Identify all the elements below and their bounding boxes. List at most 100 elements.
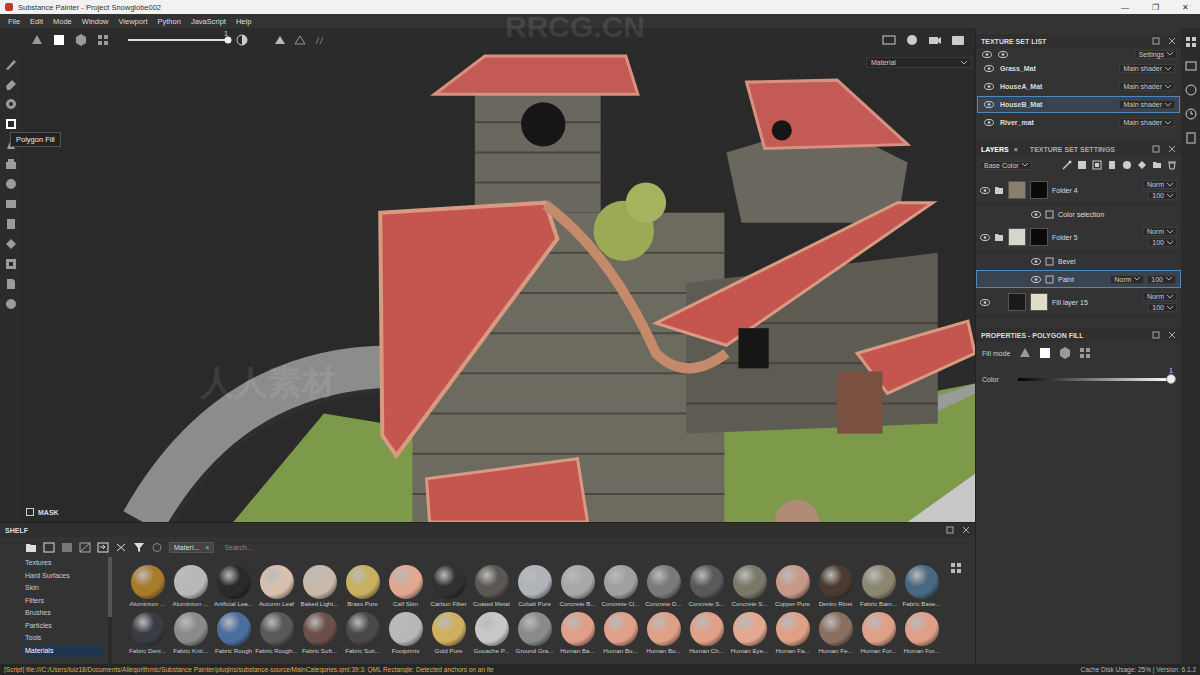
material-item[interactable]: Fabric Bam... [857, 565, 900, 608]
material-item[interactable]: Fabric Rough... [255, 612, 298, 655]
tool-icon[interactable] [3, 56, 19, 72]
add-fill-layer-icon[interactable] [1107, 160, 1117, 170]
material-item[interactable]: Denim Rivet [814, 565, 857, 608]
undock-icon[interactable] [946, 526, 954, 534]
material-item[interactable]: Autumn Leaf [255, 565, 298, 608]
panel-tab[interactable]: LAYERS × [981, 146, 1018, 153]
menu-item[interactable]: Edit [25, 17, 48, 26]
tool-icon[interactable] [3, 156, 19, 172]
eye-icon[interactable] [980, 187, 990, 194]
eye-icon[interactable] [984, 83, 994, 90]
eye-icon[interactable] [1031, 211, 1041, 218]
add-mask-icon[interactable] [1092, 160, 1102, 170]
blend-dropdown[interactable]: Norm [1143, 180, 1177, 189]
material-item[interactable]: Human Ch... [685, 612, 728, 655]
eye-icon[interactable] [984, 101, 994, 108]
category-item[interactable]: Skin [22, 582, 104, 595]
menu-item[interactable]: Mode [48, 17, 77, 26]
scrollbar-thumb[interactable] [108, 557, 112, 617]
add-effect-icon[interactable] [1077, 160, 1087, 170]
delete-shelf-icon[interactable] [61, 542, 73, 553]
opacity-dropdown[interactable]: 100 [1148, 303, 1177, 312]
material-item[interactable]: Human For... [857, 612, 900, 655]
folder-icon[interactable] [25, 542, 37, 553]
import-icon[interactable] [97, 542, 109, 553]
category-item[interactable]: Filters [22, 595, 104, 608]
paint-mode-icon[interactable] [74, 33, 88, 47]
undock-icon[interactable] [1152, 331, 1160, 339]
category-item[interactable]: Particles [22, 620, 104, 633]
material-item[interactable]: Baked Light... [298, 565, 341, 608]
material-item[interactable]: Concrete D... [642, 565, 685, 608]
stroke-icon[interactable] [314, 34, 326, 46]
shelf-search-field[interactable]: Search... [220, 543, 348, 552]
material-item[interactable]: Fabric Deni... [126, 612, 169, 655]
export-icon[interactable] [115, 542, 127, 553]
favorites-icon[interactable] [151, 542, 163, 553]
window-control-button[interactable]: ✕ [1170, 3, 1200, 12]
tool-icon[interactable] [3, 236, 19, 252]
settings-dropdown[interactable]: Settings [1135, 50, 1177, 59]
material-item[interactable]: Human Fe... [814, 612, 857, 655]
tool-icon[interactable] [3, 176, 19, 192]
material-item[interactable]: Gold Pure [427, 612, 470, 655]
tool-icon[interactable] [3, 196, 19, 212]
material-item[interactable]: Aluminium ... [126, 565, 169, 608]
mask-toggle[interactable]: MASK [26, 508, 59, 516]
layer-effect-row[interactable]: Bevel [976, 252, 1181, 270]
tool-icon[interactable] [3, 76, 19, 92]
eye-icon[interactable] [980, 299, 990, 306]
material-item[interactable]: Human Eye... [728, 612, 771, 655]
texture-set-row[interactable]: River_mat Main shader [977, 114, 1180, 131]
layer-row[interactable]: Fill layer 15 Norm 100 [976, 288, 1181, 317]
tool-icon[interactable] [3, 216, 19, 232]
material-item[interactable]: Artificial Lea... [212, 565, 255, 608]
shader-dropdown[interactable]: Main shader [1119, 118, 1175, 127]
window-control-button[interactable]: ❐ [1140, 3, 1170, 12]
paint-mode-icon[interactable] [52, 33, 66, 47]
blend-dropdown[interactable]: Norm [1110, 275, 1144, 284]
log-icon[interactable] [1185, 132, 1197, 144]
material-item[interactable]: Fabric Base... [900, 565, 943, 608]
texture-set-row[interactable]: Grass_Mat Main shader [977, 60, 1180, 77]
layer-effect-row[interactable]: Color selection [976, 205, 1181, 223]
category-item[interactable]: Brushes [22, 607, 104, 620]
camera-mode-icon[interactable] [882, 34, 896, 46]
tool-icon[interactable] [3, 296, 19, 312]
fill-mode-icon[interactable] [1038, 346, 1052, 360]
paint-mode-icon[interactable] [96, 33, 110, 47]
menu-item[interactable]: Viewport [113, 17, 152, 26]
eye-icon[interactable] [984, 119, 994, 126]
eye-icon[interactable] [980, 234, 990, 241]
material-item[interactable]: Fabric Suit... [341, 612, 384, 655]
undock-icon[interactable] [1152, 145, 1160, 153]
close-icon[interactable] [1168, 331, 1176, 339]
hide-icon[interactable] [79, 542, 91, 553]
symmetry-icon[interactable] [274, 34, 286, 46]
tool-icon[interactable] [3, 256, 19, 272]
filter-chip-close[interactable]: × [205, 544, 209, 551]
shader-dropdown[interactable]: Main shader [1119, 82, 1175, 91]
material-item[interactable]: Carbon Fiber [427, 565, 470, 608]
grid-icon[interactable] [1185, 36, 1197, 48]
opacity-dropdown[interactable]: 100 [1147, 275, 1176, 284]
layer-effect-row[interactable]: Paint Norm 100 [976, 270, 1181, 288]
material-item[interactable]: Fabric Soft... [298, 612, 341, 655]
undock-icon[interactable] [1152, 37, 1160, 45]
scene-render[interactable] [22, 52, 975, 522]
material-item[interactable]: Copper Pure [771, 565, 814, 608]
close-icon[interactable] [1168, 37, 1176, 45]
material-item[interactable]: Ground Gra... [513, 612, 556, 655]
shader-dropdown[interactable]: Main shader [1119, 100, 1175, 109]
fill-mode-icon[interactable] [1078, 346, 1092, 360]
blend-dropdown[interactable]: Norm [1143, 227, 1177, 236]
eye-icon[interactable] [982, 51, 992, 58]
category-item[interactable]: Hard Surfaces [22, 570, 104, 583]
fill-mode-icon[interactable] [1058, 346, 1072, 360]
texture-set-row[interactable]: HouseB_Mat Main shader [977, 96, 1180, 113]
tool-icon[interactable] [3, 96, 19, 112]
material-item[interactable]: Human Fa... [771, 612, 814, 655]
material-item[interactable]: Fabric Rough [212, 612, 255, 655]
menu-item[interactable]: JavaScript [186, 17, 231, 26]
close-icon[interactable] [1168, 145, 1176, 153]
